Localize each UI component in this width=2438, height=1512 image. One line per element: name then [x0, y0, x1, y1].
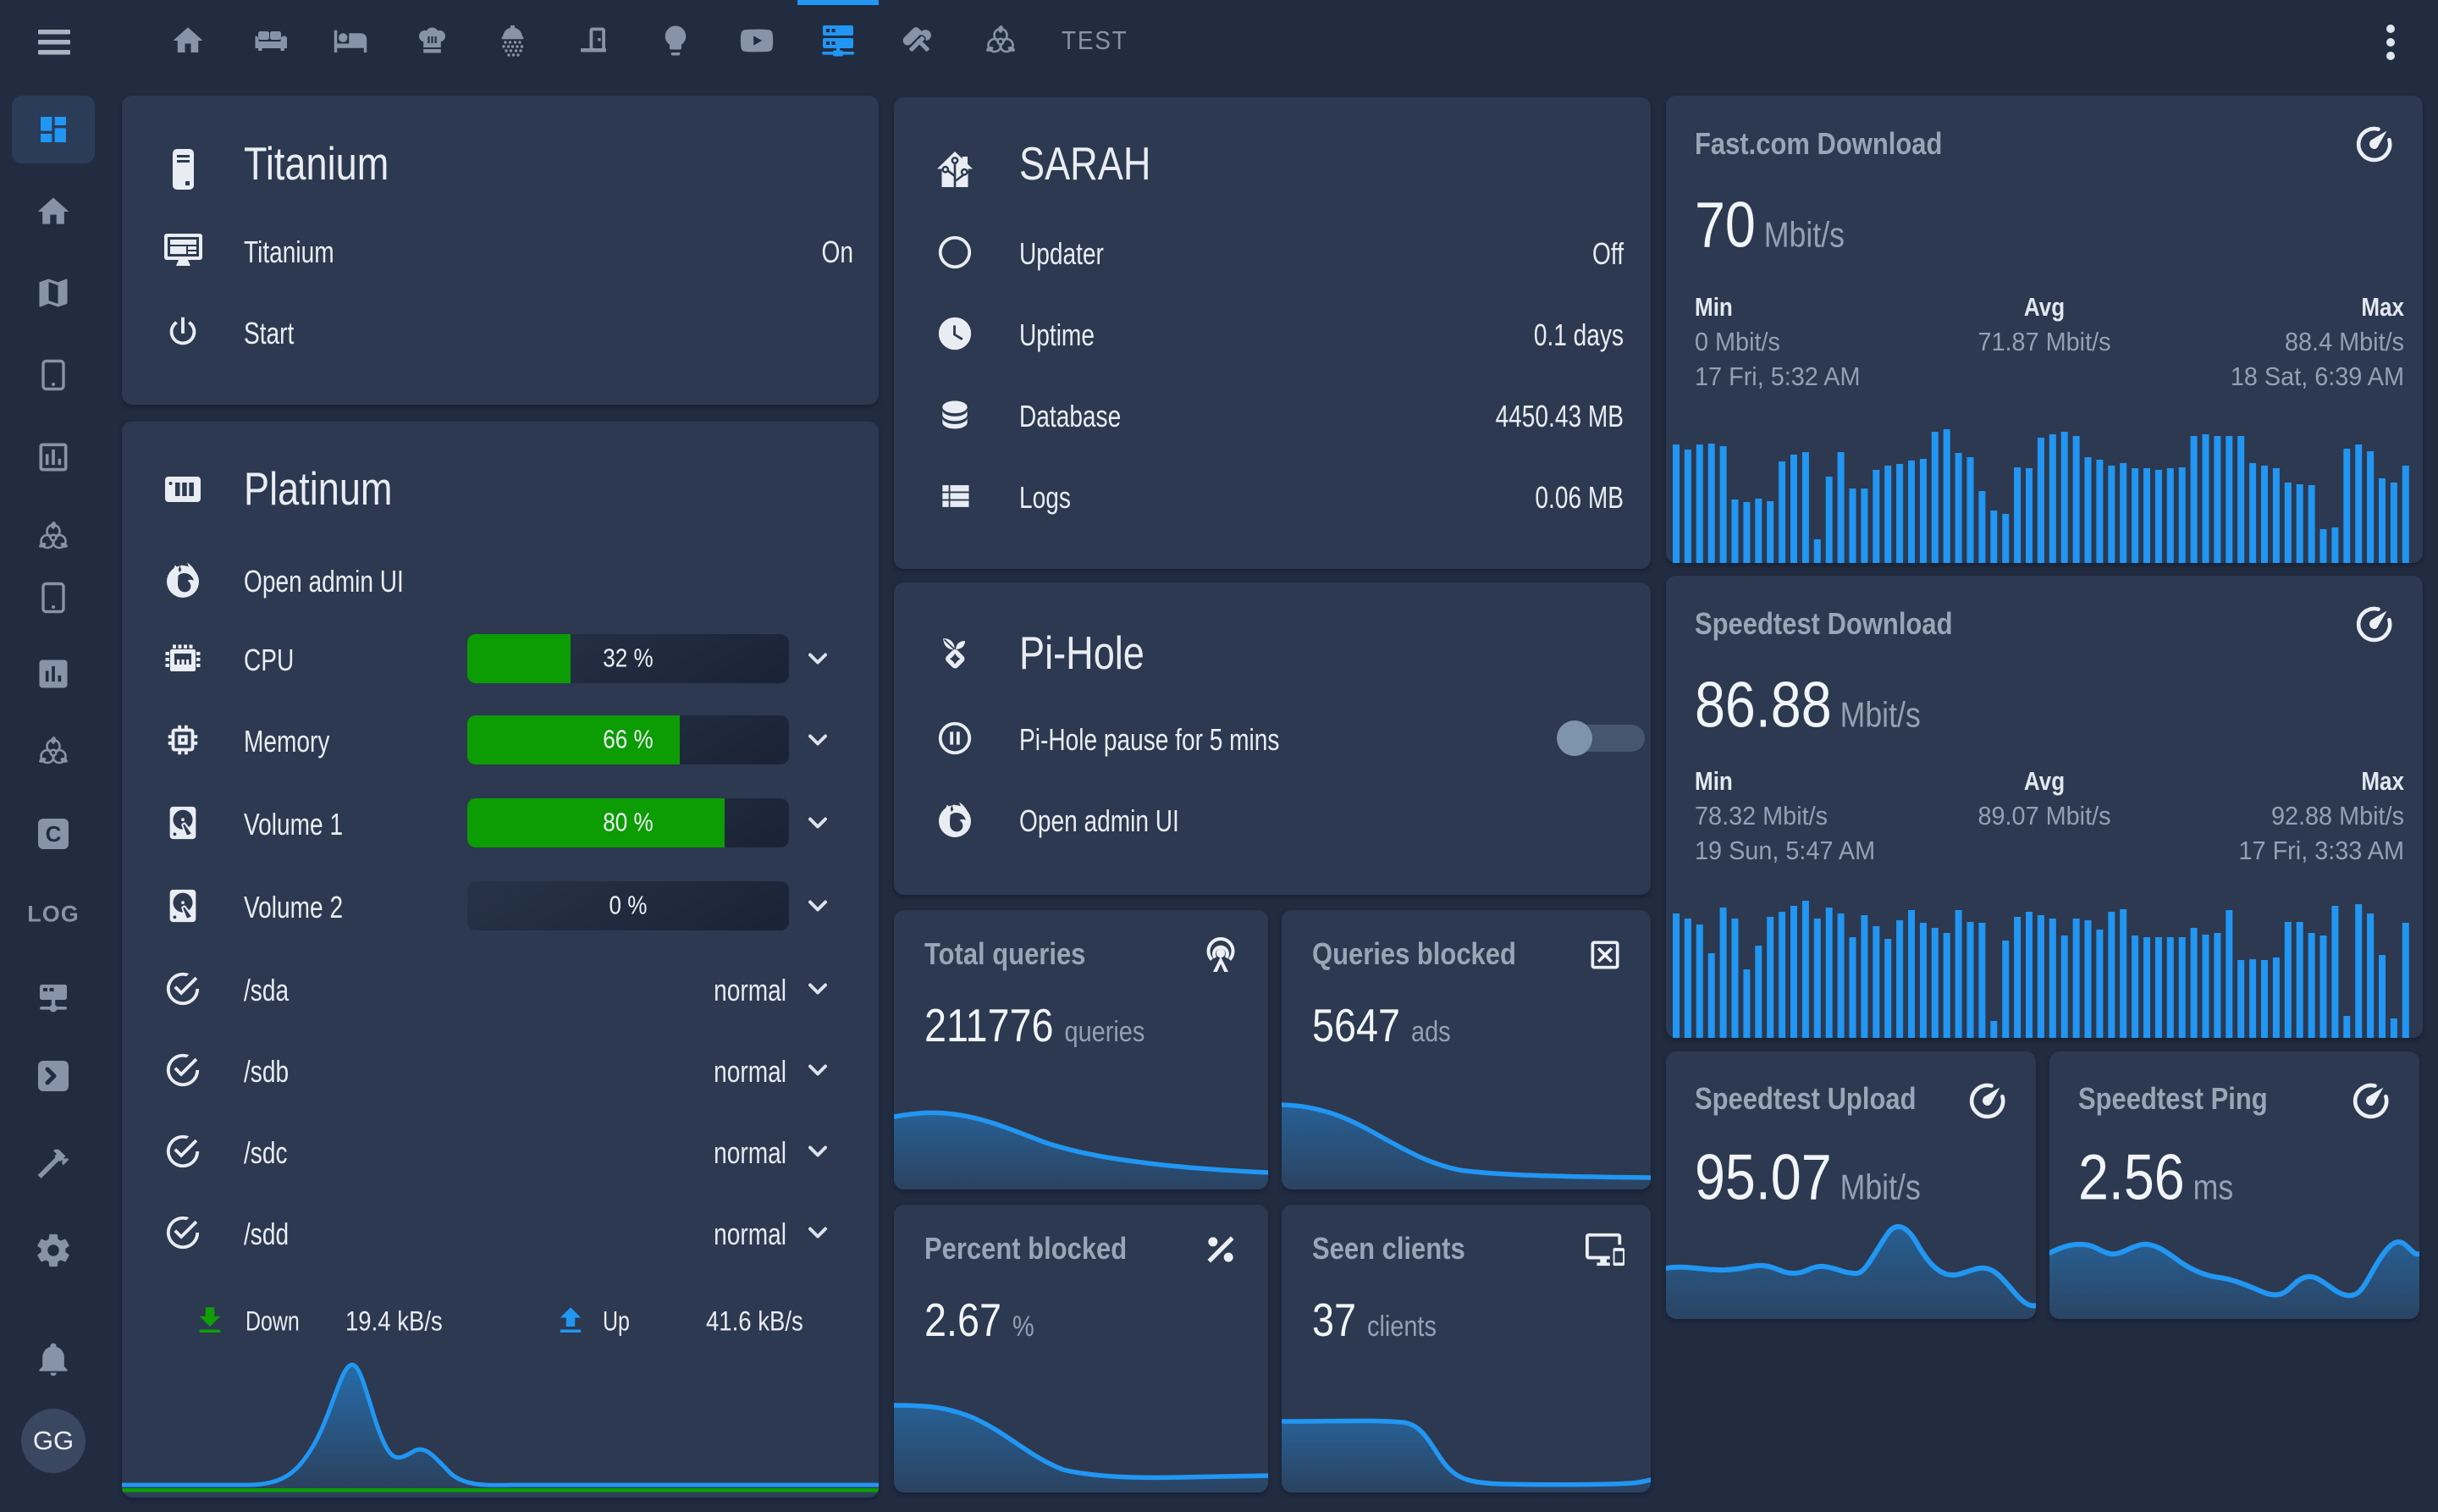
svg-text:C: C	[46, 821, 62, 847]
